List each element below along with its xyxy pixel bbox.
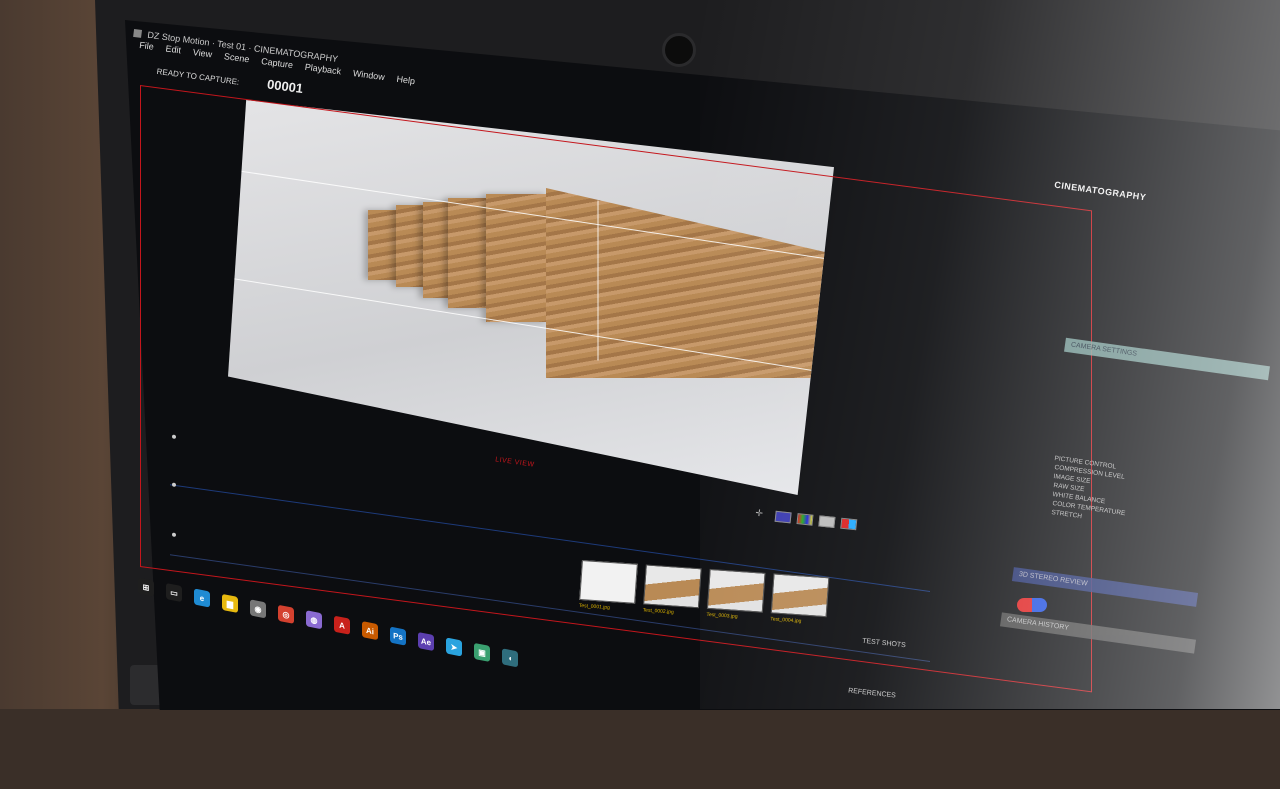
color-bars-icon[interactable] — [796, 513, 814, 526]
test-shot-thumbnail[interactable]: Test_0004.jpg — [770, 573, 830, 624]
menu-item-scene[interactable]: Scene — [223, 51, 250, 70]
wood-block-1 — [368, 210, 398, 280]
test-shot-thumbnail[interactable]: Test_0001.jpg — [579, 560, 638, 611]
dragonframe-icon[interactable]: ◖ — [502, 648, 518, 668]
app-icon — [133, 28, 143, 38]
test-shot-thumbnail[interactable]: Test_0003.jpg — [706, 568, 766, 620]
chrome-icon[interactable]: ◎ — [278, 604, 294, 624]
wood-block-2 — [396, 205, 426, 287]
thumbnail-image — [579, 560, 638, 604]
task-view-icon[interactable]: ▭ — [166, 582, 182, 603]
guide-line-vertical — [597, 200, 599, 361]
illustrator-icon[interactable]: Ai — [362, 621, 378, 641]
app-violet-icon[interactable]: ◍ — [306, 610, 322, 630]
after-effects-icon[interactable]: Ae — [418, 631, 434, 652]
timeline-marker[interactable] — [172, 434, 176, 440]
crosshair-icon[interactable]: ✛ — [755, 508, 770, 519]
app-green-icon[interactable]: ▣ — [474, 642, 490, 662]
windows-start-icon[interactable]: ⊞ — [138, 577, 154, 597]
menu-item-view[interactable]: View — [191, 47, 212, 65]
camera-app-icon[interactable]: ◉ — [250, 599, 266, 619]
timeline-marker[interactable] — [172, 482, 176, 488]
test-shot-thumbnail[interactable]: Test_0002.jpg — [642, 564, 702, 616]
file-explorer-icon[interactable]: ▆ — [222, 593, 238, 613]
menu-item-file[interactable]: File — [138, 40, 155, 58]
thumbnail-image — [643, 564, 702, 609]
telegram-icon[interactable]: ➤ — [446, 637, 462, 657]
menu-item-help[interactable]: Help — [395, 74, 416, 92]
overlay-toggle-icon[interactable] — [774, 510, 792, 524]
wood-block-4 — [448, 198, 488, 308]
thumbnail-image — [770, 573, 830, 618]
stereo-toggle-icon[interactable] — [1017, 598, 1047, 612]
photoshop-icon[interactable]: Ps — [390, 626, 406, 646]
wood-block-6 — [546, 188, 834, 378]
timeline-marker[interactable] — [172, 532, 176, 538]
webcam — [662, 33, 696, 67]
thumbnail-image — [706, 568, 766, 613]
edge-icon[interactable]: e — [194, 588, 210, 608]
acrobat-icon[interactable]: A — [334, 615, 350, 635]
grey-swatch-icon[interactable] — [818, 515, 836, 529]
menu-item-edit[interactable]: Edit — [164, 43, 182, 61]
wood-block-5 — [486, 194, 548, 322]
split-view-icon[interactable] — [840, 517, 858, 531]
